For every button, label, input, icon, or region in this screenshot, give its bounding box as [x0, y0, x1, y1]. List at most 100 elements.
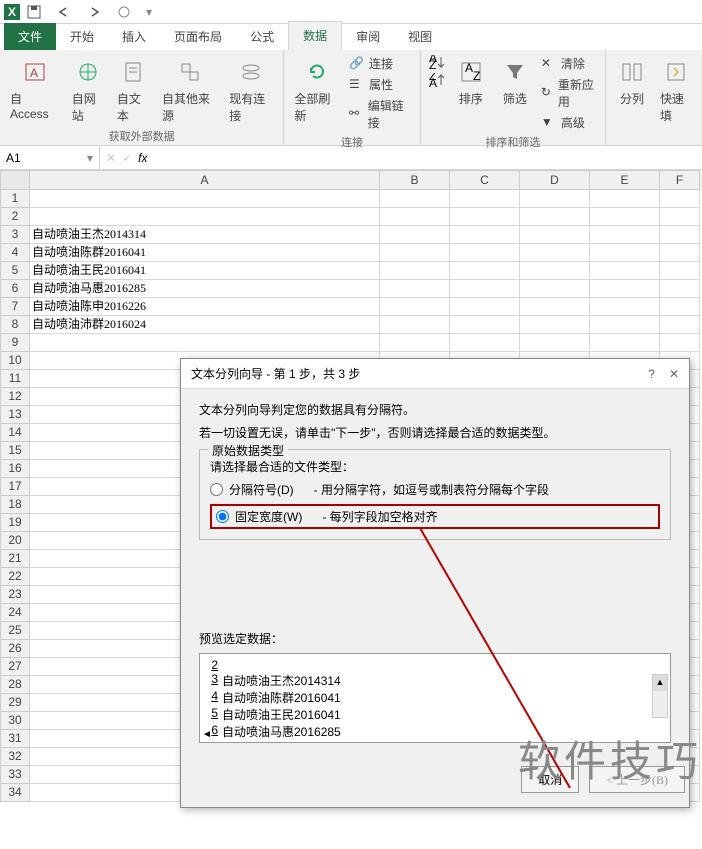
cell[interactable]: [590, 334, 660, 352]
back-button[interactable]: < 上一步(B): [589, 766, 685, 793]
row-header[interactable]: 7: [0, 298, 30, 316]
row-header[interactable]: 6: [0, 280, 30, 298]
cell[interactable]: [30, 208, 380, 226]
flash-fill-button[interactable]: 快速填: [656, 54, 696, 126]
row-header[interactable]: 3: [0, 226, 30, 244]
save-icon[interactable]: [26, 4, 42, 20]
row-header[interactable]: 18: [0, 496, 30, 514]
enter-formula-icon[interactable]: ✓: [122, 151, 132, 165]
cell[interactable]: [520, 280, 590, 298]
row-header[interactable]: 25: [0, 622, 30, 640]
column-header[interactable]: E: [590, 170, 660, 190]
row-header[interactable]: 24: [0, 604, 30, 622]
tab-file[interactable]: 文件: [4, 23, 56, 50]
row-header[interactable]: 10: [0, 352, 30, 370]
row-header[interactable]: 22: [0, 568, 30, 586]
tab-view[interactable]: 视图: [394, 23, 446, 50]
row-header[interactable]: 12: [0, 388, 30, 406]
cell[interactable]: [380, 244, 450, 262]
tab-review[interactable]: 审阅: [342, 23, 394, 50]
refresh-all-button[interactable]: 全部刷新: [290, 54, 343, 126]
cell[interactable]: 自动喷油沛群2016024: [30, 316, 380, 334]
row-header[interactable]: 19: [0, 514, 30, 532]
row-header[interactable]: 23: [0, 586, 30, 604]
row-header[interactable]: 26: [0, 640, 30, 658]
cell[interactable]: 自动喷油陈申2016226: [30, 298, 380, 316]
tab-pagelayout[interactable]: 页面布局: [160, 23, 236, 50]
column-header[interactable]: B: [380, 170, 450, 190]
cell[interactable]: [450, 280, 520, 298]
cell[interactable]: [450, 190, 520, 208]
existing-connections-button[interactable]: 现有连接: [225, 54, 277, 126]
cell[interactable]: [590, 298, 660, 316]
select-all-corner[interactable]: [0, 170, 30, 190]
namebox-dropdown-icon[interactable]: ▾: [87, 151, 93, 165]
cell[interactable]: [520, 298, 590, 316]
cell[interactable]: [590, 208, 660, 226]
row-header[interactable]: 8: [0, 316, 30, 334]
cell[interactable]: 自动喷油王民2016041: [30, 262, 380, 280]
row-header[interactable]: 34: [0, 784, 30, 802]
cell[interactable]: [450, 208, 520, 226]
row-header[interactable]: 13: [0, 406, 30, 424]
cell[interactable]: [660, 262, 700, 280]
text-to-columns-button[interactable]: 分列: [612, 54, 652, 109]
row-header[interactable]: 30: [0, 712, 30, 730]
row-header[interactable]: 2: [0, 208, 30, 226]
delimited-radio[interactable]: [210, 483, 223, 496]
cell[interactable]: [450, 244, 520, 262]
cell[interactable]: 自动喷油陈群2016041: [30, 244, 380, 262]
cell[interactable]: [660, 208, 700, 226]
cell[interactable]: [520, 316, 590, 334]
cell[interactable]: [450, 316, 520, 334]
cell[interactable]: [590, 244, 660, 262]
scroll-up-icon[interactable]: ▲: [653, 675, 667, 691]
row-header[interactable]: 17: [0, 478, 30, 496]
row-header[interactable]: 14: [0, 424, 30, 442]
row-header[interactable]: 15: [0, 442, 30, 460]
row-header[interactable]: 1: [0, 190, 30, 208]
sort-asc-button[interactable]: AZ: [427, 54, 447, 72]
row-header[interactable]: 9: [0, 334, 30, 352]
fixed-width-radio[interactable]: [216, 510, 229, 523]
cell[interactable]: [520, 226, 590, 244]
cell[interactable]: [520, 334, 590, 352]
edit-links-button[interactable]: ⚯编辑链接: [347, 96, 414, 132]
cell[interactable]: [380, 334, 450, 352]
row-header[interactable]: 4: [0, 244, 30, 262]
cell[interactable]: [380, 226, 450, 244]
cell[interactable]: [660, 298, 700, 316]
from-text-button[interactable]: 自文本: [113, 54, 154, 126]
cell[interactable]: [660, 316, 700, 334]
row-header[interactable]: 16: [0, 460, 30, 478]
row-header[interactable]: 31: [0, 730, 30, 748]
cancel-formula-icon[interactable]: ✕: [106, 151, 116, 165]
row-header[interactable]: 20: [0, 532, 30, 550]
sort-button[interactable]: AZ排序: [451, 54, 491, 109]
cell[interactable]: [660, 226, 700, 244]
row-header[interactable]: 21: [0, 550, 30, 568]
qat-dropdown-icon[interactable]: ▾: [146, 5, 152, 19]
cell[interactable]: [660, 190, 700, 208]
row-header[interactable]: 11: [0, 370, 30, 388]
row-header[interactable]: 5: [0, 262, 30, 280]
cell[interactable]: [450, 298, 520, 316]
cell[interactable]: [520, 190, 590, 208]
cancel-button[interactable]: 取消: [521, 766, 579, 793]
redo-icon[interactable]: [86, 4, 102, 20]
cell[interactable]: 自动喷油王杰2014314: [30, 226, 380, 244]
row-header[interactable]: 29: [0, 694, 30, 712]
close-icon[interactable]: ✕: [669, 367, 679, 381]
cell[interactable]: [30, 190, 380, 208]
cell[interactable]: [380, 280, 450, 298]
cell[interactable]: [590, 226, 660, 244]
row-header[interactable]: 28: [0, 676, 30, 694]
cell[interactable]: [520, 244, 590, 262]
cell[interactable]: [520, 262, 590, 280]
preview-scroll-left[interactable]: ◄: [202, 729, 212, 740]
cell[interactable]: [520, 208, 590, 226]
cell[interactable]: [590, 316, 660, 334]
name-box[interactable]: A1▾: [0, 146, 100, 169]
cell[interactable]: [380, 208, 450, 226]
column-header[interactable]: C: [450, 170, 520, 190]
